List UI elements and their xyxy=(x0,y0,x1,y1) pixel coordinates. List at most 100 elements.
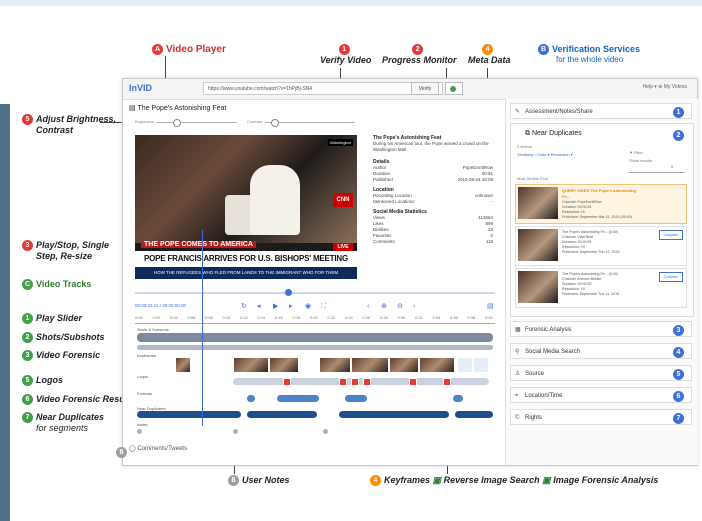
near-dup-segment[interactable] xyxy=(247,411,317,418)
forensic-segment[interactable] xyxy=(247,395,255,402)
show-results-slider[interactable] xyxy=(629,172,685,173)
loop-icon[interactable]: ↻ xyxy=(241,301,247,313)
ruler-tick: 0:00 xyxy=(135,315,143,320)
keyframe-thumb[interactable] xyxy=(419,357,455,373)
near-dup-card[interactable]: The Pope's Astonishing Fe... (6:00) Chann… xyxy=(515,226,687,266)
logo-marker[interactable] xyxy=(363,378,371,386)
badge-1-right: 1 xyxy=(673,107,684,118)
assessment-label: Assessment/Notes/Share xyxy=(525,109,593,115)
near-dup-card[interactable]: QUERY VIDEO The Pope's Astonishing Fe...… xyxy=(515,184,687,224)
callout-nd-sub: for segments xyxy=(36,423,89,434)
keyframe-thumb[interactable] xyxy=(233,357,269,373)
track-subshots[interactable] xyxy=(137,345,493,350)
meta-social-list: Views 113664 Likes 899 Dislikes 33 Favorites 0 C… xyxy=(373,215,493,245)
step-forward-icon[interactable]: ▸ xyxy=(289,301,293,313)
rights-panel[interactable]: © Rights 7 xyxy=(510,409,692,425)
resize-icon[interactable]: ⛶ xyxy=(321,301,326,313)
assessment-panel[interactable]: ✎ Assessment/Notes/Share 1 xyxy=(510,103,692,119)
forensic-segment[interactable] xyxy=(453,395,463,402)
prev-icon[interactable]: ‹ xyxy=(367,301,369,313)
forensic-analysis-panel[interactable]: ▦ Forensic Analysis 3 xyxy=(510,321,692,337)
time-readout: 00:00:22.11 / 00:00:50.00 xyxy=(135,303,186,308)
export-icon[interactable]: ▤ xyxy=(487,301,494,313)
logo-marker[interactable] xyxy=(443,378,451,386)
top-right-menu[interactable]: Help ▾ ⊕ My Videos xyxy=(643,84,687,90)
callout-near-dup: 7 Near Duplicates for segments xyxy=(22,412,104,433)
callout-tracks-text: Video Tracks xyxy=(36,279,92,289)
video-player[interactable]: Washington CNN THE POPE COMES TO AMERICA… xyxy=(135,135,357,279)
video-title-text: The Pope's Astonishing Feat xyxy=(137,105,227,112)
near-dup-count: 3 videos xyxy=(517,144,532,149)
callout-imgf-text: Image Forensic Analysis xyxy=(553,475,659,485)
location-time-panel[interactable]: ⌖ Location/Time 6 xyxy=(510,387,692,403)
brightness-slider-track[interactable] xyxy=(157,122,237,123)
meta-value: unknown xyxy=(474,193,493,198)
track-shots[interactable] xyxy=(137,333,493,342)
similarity-filter[interactable]: Similarity: ▪ Date ▾ Resolution ▾ xyxy=(517,152,573,157)
keyframe-thumb[interactable] xyxy=(473,357,489,373)
near-dup-card[interactable]: The Pope's Astonishing Fe... (6:00) Chann… xyxy=(515,268,687,308)
ruler-tick: 0:20 xyxy=(310,315,318,320)
progress-monitor-button[interactable] xyxy=(445,82,463,95)
compare-button[interactable]: Compare xyxy=(659,230,683,240)
contrast-slider-knob[interactable] xyxy=(271,119,279,127)
near-dup-segment[interactable] xyxy=(339,411,449,418)
logo-marker[interactable] xyxy=(409,378,417,386)
badge-b: B xyxy=(538,44,549,56)
play-slider-knob[interactable] xyxy=(285,289,292,296)
ruler-tick: 0:34 xyxy=(432,315,441,320)
logo-marker[interactable] xyxy=(339,378,347,386)
logo-marker[interactable] xyxy=(283,378,291,386)
compare-button[interactable]: Compare xyxy=(659,272,683,282)
comments-tweets-tab[interactable]: ◯ Comments/Tweets xyxy=(129,445,187,452)
ruler-tick: 0:02 xyxy=(152,315,161,320)
play-slider[interactable] xyxy=(135,289,495,296)
near-dup-info: QUERY VIDEO The Pope's Astonishing Fe...… xyxy=(562,188,644,220)
source-panel[interactable]: ♙ Source 5 xyxy=(510,365,692,381)
callout-shots: 2 Shots/Subshots xyxy=(22,332,105,344)
keyframe-thumb[interactable] xyxy=(269,357,299,373)
social-media-panel[interactable]: ⚲ Social Media Search 4 xyxy=(510,343,692,359)
forensic-segment[interactable] xyxy=(345,395,367,402)
near-dup-segment[interactable] xyxy=(455,411,493,418)
play-icon[interactable]: ▶ xyxy=(273,301,278,313)
card-published: Published: September Tue 11, 2015 xyxy=(562,292,620,296)
keyframe-thumb[interactable] xyxy=(319,357,351,373)
callout-adjust-text2: Contrast xyxy=(36,125,74,136)
brightness-slider-knob[interactable] xyxy=(173,119,181,127)
step-back-icon[interactable]: ◂ xyxy=(257,301,261,313)
note-marker[interactable] xyxy=(323,429,328,434)
keyframe-thumb[interactable] xyxy=(389,357,419,373)
show-results-value[interactable]: 5 xyxy=(671,164,673,169)
meta-value: 118 xyxy=(485,239,493,244)
badge-3-left: 3 xyxy=(22,240,33,252)
logo-marker[interactable] xyxy=(351,378,359,386)
keyframe-thumb[interactable] xyxy=(351,357,389,373)
near-dup-segment[interactable] xyxy=(137,411,241,418)
verify-button[interactable]: Verify xyxy=(411,82,439,95)
brightness-label: Brightness xyxy=(135,119,154,124)
callout-logos: 5 Logos xyxy=(22,375,63,387)
next-icon[interactable]: › xyxy=(413,301,415,313)
show-results-label: Show results: xyxy=(629,158,654,163)
callout-video-tracks: C Video Tracks xyxy=(22,279,92,291)
callout-logos-text: Logos xyxy=(36,375,63,385)
zoom-out-icon[interactable]: ⊖ xyxy=(397,301,403,313)
url-input[interactable]: https://www.youtube.com/watch?v=1hPjBj-S… xyxy=(203,82,443,95)
zoom-in-icon[interactable]: ⊕ xyxy=(381,301,387,313)
video-ticker-bottom: HOW THE REFUGEES WHO FLED FROM LANDS TO … xyxy=(135,267,357,279)
note-marker[interactable] xyxy=(233,429,238,434)
badge-6-right: 6 xyxy=(673,391,684,402)
forensic-segment[interactable] xyxy=(277,395,319,402)
note-marker[interactable] xyxy=(137,429,142,434)
ruler-tick: 0:10 xyxy=(222,315,231,320)
ruler-tick: 0:36 xyxy=(450,315,458,320)
filter-toggle[interactable]: ▼ Filter xyxy=(629,150,643,155)
keyframe-thumb[interactable] xyxy=(175,357,191,373)
volume-icon[interactable]: ◉ xyxy=(305,301,311,313)
callout-slider-text: Play Slider xyxy=(36,313,83,323)
badge-1-track: 1 xyxy=(22,313,33,325)
keyframe-thumb[interactable] xyxy=(457,357,473,373)
track-label-keyframes: Keyframes xyxy=(137,353,157,358)
badge-1: 1 xyxy=(338,44,350,56)
